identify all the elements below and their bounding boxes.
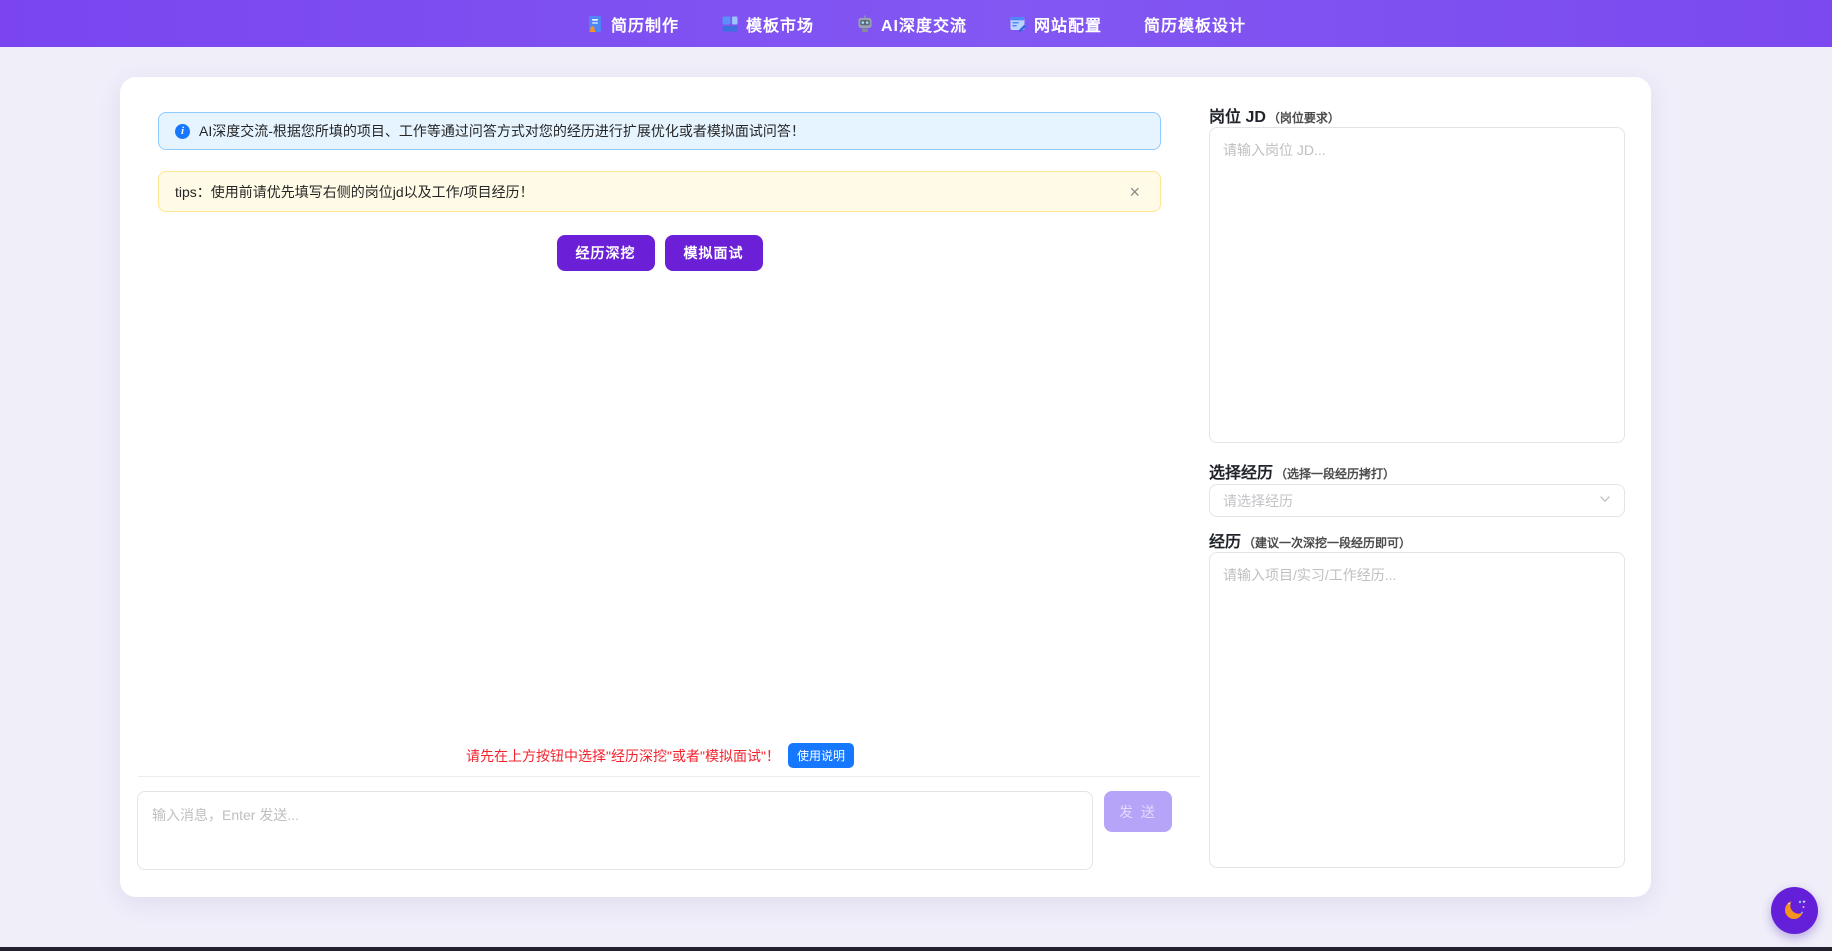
experience-textarea[interactable]: [1209, 552, 1625, 868]
nav-item-site-config[interactable]: 网站配置: [1009, 12, 1102, 36]
resume-make-icon: [586, 15, 604, 33]
message-input[interactable]: [137, 791, 1093, 870]
viewport-bottom-edge: [0, 947, 1832, 951]
nav-item-label: 简历制作: [611, 12, 679, 36]
jd-label-main: 岗位 JD: [1209, 103, 1266, 127]
jd-label-sub: （岗位要求）: [1268, 109, 1340, 126]
select-exp-label-sub: （选择一段经历拷打）: [1275, 465, 1395, 482]
experience-select-placeholder: 请选择经历: [1223, 491, 1293, 511]
deep-dig-button[interactable]: 经历深挖: [557, 235, 655, 271]
chevron-down-icon: [1599, 492, 1611, 510]
nav-item-label: 网站配置: [1034, 12, 1102, 36]
hint-row: 请先在上方按钮中选择"经历深挖"或者"模拟面试"！ 使用说明: [140, 743, 1180, 768]
select-exp-label: 选择经历 （选择一段经历拷打）: [1209, 459, 1395, 483]
nav-item-ai-chat[interactable]: AI深度交流: [856, 12, 967, 36]
nav-item-resume-make[interactable]: 简历制作: [586, 12, 679, 36]
usage-instructions-button[interactable]: 使用说明: [788, 743, 854, 768]
nav-item-template-design[interactable]: 简历模板设计: [1144, 12, 1246, 36]
robot-icon: [856, 15, 874, 33]
exp-label-main: 经历: [1209, 528, 1241, 552]
experience-select[interactable]: 请选择经历: [1209, 484, 1625, 517]
exp-label-sub: （建议一次深挖一段经历即可）: [1243, 534, 1411, 551]
info-alert-text: AI深度交流-根据您所填的项目、工作等通过问答方式对您的经历进行扩展优化或者模拟…: [199, 121, 805, 141]
nav-item-label: 简历模板设计: [1144, 12, 1246, 36]
mode-buttons-row: 经历深挖 模拟面试: [158, 235, 1161, 271]
close-icon[interactable]: ×: [1125, 181, 1144, 203]
hint-text: 请先在上方按钮中选择"经历深挖"或者"模拟面试"！: [466, 746, 780, 766]
tips-alert: tips：使用前请优先填写右侧的岗位jd以及工作/项目经历！ ×: [158, 171, 1161, 212]
input-divider: [138, 776, 1200, 777]
tips-alert-text: tips：使用前请优先填写右侧的岗位jd以及工作/项目经历！: [175, 182, 534, 202]
nav-item-label: AI深度交流: [881, 12, 967, 36]
exp-label: 经历 （建议一次深挖一段经历即可）: [1209, 528, 1411, 552]
info-alert: i AI深度交流-根据您所填的项目、工作等通过问答方式对您的经历进行扩展优化或者…: [158, 112, 1161, 150]
info-icon: i: [175, 124, 190, 139]
send-button[interactable]: 发 送: [1104, 791, 1172, 832]
site-config-icon: [1009, 15, 1027, 33]
select-exp-label-main: 选择经历: [1209, 459, 1273, 483]
top-navbar: 简历制作 模板市场 AI深度交流: [0, 0, 1832, 47]
main-card: i AI深度交流-根据您所填的项目、工作等通过问答方式对您的经历进行扩展优化或者…: [120, 77, 1651, 897]
nav-item-label: 模板市场: [746, 12, 814, 36]
jd-textarea[interactable]: [1209, 127, 1625, 443]
nav-item-template-market[interactable]: 模板市场: [721, 12, 814, 36]
template-market-icon: [721, 15, 739, 33]
theme-toggle-button[interactable]: [1771, 887, 1818, 934]
jd-label: 岗位 JD （岗位要求）: [1209, 103, 1340, 127]
mock-interview-button[interactable]: 模拟面试: [665, 235, 763, 271]
moon-icon: [1780, 894, 1810, 927]
